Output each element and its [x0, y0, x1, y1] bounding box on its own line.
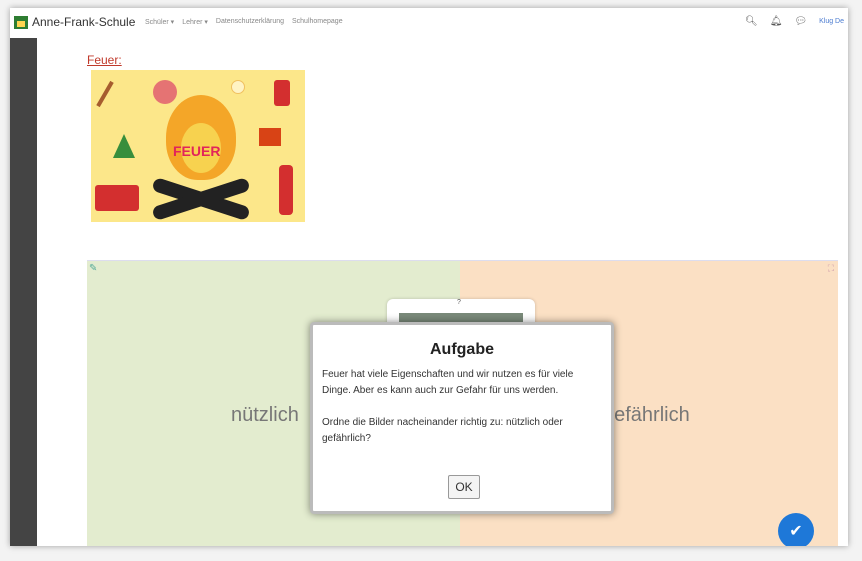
dialog-paragraph-2: Ordne die Bilder nacheinander richtig zu… [322, 417, 563, 444]
check-icon: ✔ [789, 523, 803, 540]
navbar: Anne-Frank-Schule Schüler ▾ Lehrer ▾ Dat… [10, 8, 848, 39]
sidebar [10, 38, 37, 546]
nav-item-schulhomepage[interactable]: Schulhomepage [292, 18, 343, 26]
nav-item-schueler[interactable]: Schüler ▾ [145, 18, 174, 26]
search-icon[interactable]: 🔍︎ [745, 16, 758, 27]
dialog-paragraph-1: Feuer hat viele Eigenschaften und wir nu… [322, 369, 574, 396]
sun-icon [231, 80, 245, 94]
nav-item-datenschutz[interactable]: Datenschutzerklärung [216, 18, 284, 26]
chat-icon[interactable]: 💬︎ [794, 16, 807, 27]
house-icon [259, 128, 281, 146]
user-menu[interactable]: Klug De [819, 18, 844, 25]
nav-links: Schüler ▾ Lehrer ▾ Datenschutzerklärung … [145, 18, 343, 26]
check-button[interactable]: ✔ [778, 513, 814, 546]
edit-icon[interactable]: ✎ [89, 263, 97, 274]
flame-icon [166, 95, 236, 180]
bell-icon[interactable]: 🔔︎ [770, 16, 783, 27]
brand[interactable]: Anne-Frank-Schule [14, 15, 135, 29]
nav-right: 🔍︎ 🔔︎ 💬︎ Klug De [745, 16, 844, 27]
match-icon [96, 80, 114, 108]
ok-button[interactable]: OK [448, 475, 480, 499]
fire-extinguisher-icon [274, 80, 290, 106]
tree-icon [113, 134, 135, 158]
feuer-illustration: FEUER [91, 70, 305, 222]
fullscreen-icon[interactable]: ⛶ [828, 263, 834, 274]
dialog-title: Aufgabe [430, 341, 494, 358]
brand-name[interactable]: Anne-Frank-Schule [32, 15, 135, 29]
firefighter-face-icon [153, 80, 177, 104]
dangerous-label: gefährlich [603, 404, 690, 426]
school-logo-icon [14, 15, 28, 29]
card-question: ? [457, 299, 461, 306]
nav-item-lehrer[interactable]: Lehrer ▾ [182, 18, 208, 26]
useful-label: nützlich [231, 404, 299, 426]
firefighter-icon [279, 165, 293, 215]
dialog-body: Feuer hat viele Eigenschaften und wir nu… [322, 367, 597, 463]
image-word: FEUER [173, 143, 221, 159]
section-title: Feuer: [87, 53, 122, 67]
fire-truck-icon [95, 185, 139, 211]
task-dialog: Aufgabe Feuer hat viele Eigenschaften un… [310, 322, 614, 514]
